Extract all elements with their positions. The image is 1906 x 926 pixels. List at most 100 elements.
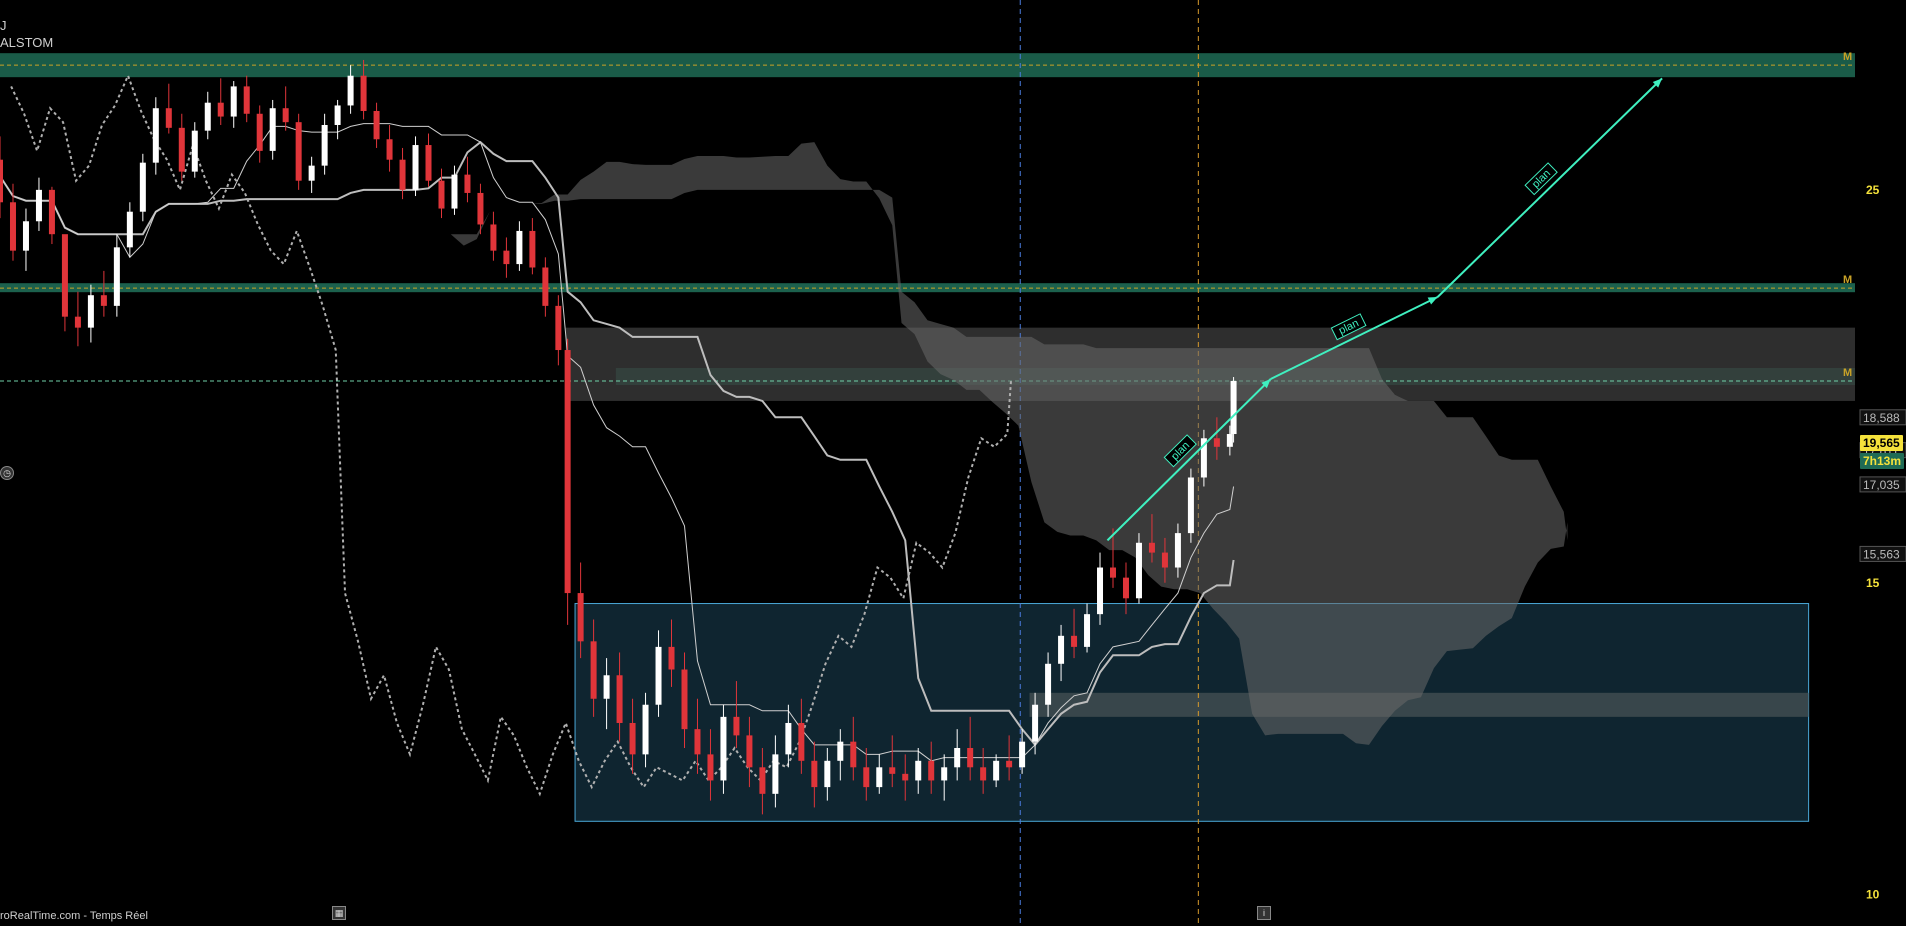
candle-body — [629, 722, 636, 755]
candle-body — [837, 741, 844, 761]
candle-body — [772, 754, 779, 794]
candle-body — [230, 86, 237, 117]
candle-body — [993, 760, 1000, 781]
candle-body — [1230, 380, 1237, 435]
candle — [373, 102, 380, 148]
candle-body — [928, 760, 935, 781]
candle — [334, 99, 341, 140]
candle-body — [334, 105, 341, 125]
candle-body — [720, 716, 727, 781]
candle — [243, 75, 250, 123]
candle — [282, 86, 289, 131]
candle — [555, 295, 562, 366]
candle-body — [590, 641, 597, 699]
price-tag-text: 15,563 — [1863, 547, 1900, 561]
candle — [217, 78, 224, 125]
candle-body — [152, 108, 159, 163]
candle-body — [9, 202, 16, 251]
clock-icon[interactable]: ◷ — [0, 466, 14, 480]
candle-body — [204, 102, 211, 131]
data-source-label: roRealTime.com - Temps Réel — [0, 910, 148, 922]
candle — [529, 218, 536, 275]
candle-body — [542, 267, 549, 306]
candle-body — [139, 162, 146, 212]
candle-body — [1122, 577, 1129, 599]
price-tag-text: 17,035 — [1863, 478, 1900, 492]
price-chart[interactable]: planplanplan 25151018,58817,81117,03515,… — [0, 0, 1906, 926]
candle — [503, 237, 510, 278]
candle — [87, 284, 94, 343]
candle-body — [126, 211, 133, 248]
candle — [178, 113, 185, 181]
plan-arrow-segment — [1436, 77, 1663, 298]
timeframe-label: J — [0, 18, 7, 33]
candle — [256, 105, 263, 163]
candle-body — [1032, 704, 1039, 742]
candle — [564, 338, 571, 625]
candle-body — [1110, 567, 1116, 578]
candle-body — [269, 108, 276, 151]
calendar-icon[interactable]: ▦ — [332, 906, 346, 920]
candle — [35, 177, 42, 231]
candle-body — [386, 139, 393, 160]
level-marker: M — [1843, 367, 1852, 379]
candle — [113, 234, 120, 317]
candle-body — [191, 130, 198, 172]
candle-body — [746, 735, 753, 768]
candle-body — [1161, 552, 1168, 568]
candle-body — [243, 86, 250, 114]
candle — [152, 97, 159, 175]
candle-body — [412, 145, 419, 190]
candle-body — [1006, 760, 1013, 768]
candle-body — [347, 75, 354, 106]
candle-body — [915, 760, 922, 781]
candle — [48, 186, 55, 245]
candle-body — [1084, 614, 1091, 647]
candle — [308, 156, 315, 193]
candle — [191, 122, 198, 178]
candle-body — [889, 767, 896, 774]
candle-body — [954, 747, 961, 768]
candle-body — [1226, 434, 1233, 447]
info-icon[interactable]: i — [1257, 906, 1271, 920]
candle-body — [967, 747, 974, 768]
candle-body — [1213, 438, 1220, 447]
zone-layer — [0, 0, 1855, 926]
candle-body — [902, 773, 909, 781]
candle-body — [668, 646, 675, 670]
candle-body — [616, 675, 623, 723]
candle — [386, 124, 393, 172]
current-price-tag: 19,565 — [1860, 435, 1903, 451]
candle — [165, 83, 172, 134]
candle-body — [282, 108, 289, 123]
candle-body — [178, 127, 185, 172]
plan-label: plan — [1524, 162, 1558, 196]
level-marker: M — [1843, 51, 1852, 63]
candle — [516, 221, 523, 271]
candle-body — [529, 230, 536, 268]
candle-body — [863, 767, 870, 788]
candle-body — [1097, 567, 1104, 615]
candle-body — [360, 75, 367, 111]
candle — [542, 257, 549, 317]
candle — [425, 133, 432, 187]
candle-body — [824, 760, 831, 788]
candle-body — [1045, 663, 1052, 705]
candle-body — [464, 174, 471, 193]
y-axis-label: 25 — [1866, 183, 1880, 197]
candle-body — [165, 108, 172, 128]
candle — [321, 113, 328, 175]
candle — [9, 183, 16, 261]
candle — [1230, 377, 1237, 443]
candle — [74, 291, 81, 347]
candle — [0, 136, 3, 219]
candle-body — [87, 295, 94, 328]
candle — [1097, 552, 1104, 625]
candle-body — [425, 145, 432, 181]
candle-body — [1019, 741, 1026, 768]
candle-body — [100, 295, 107, 306]
candle — [490, 211, 497, 261]
candle — [269, 99, 276, 160]
candle-body — [399, 159, 406, 190]
candle-body — [438, 180, 445, 209]
